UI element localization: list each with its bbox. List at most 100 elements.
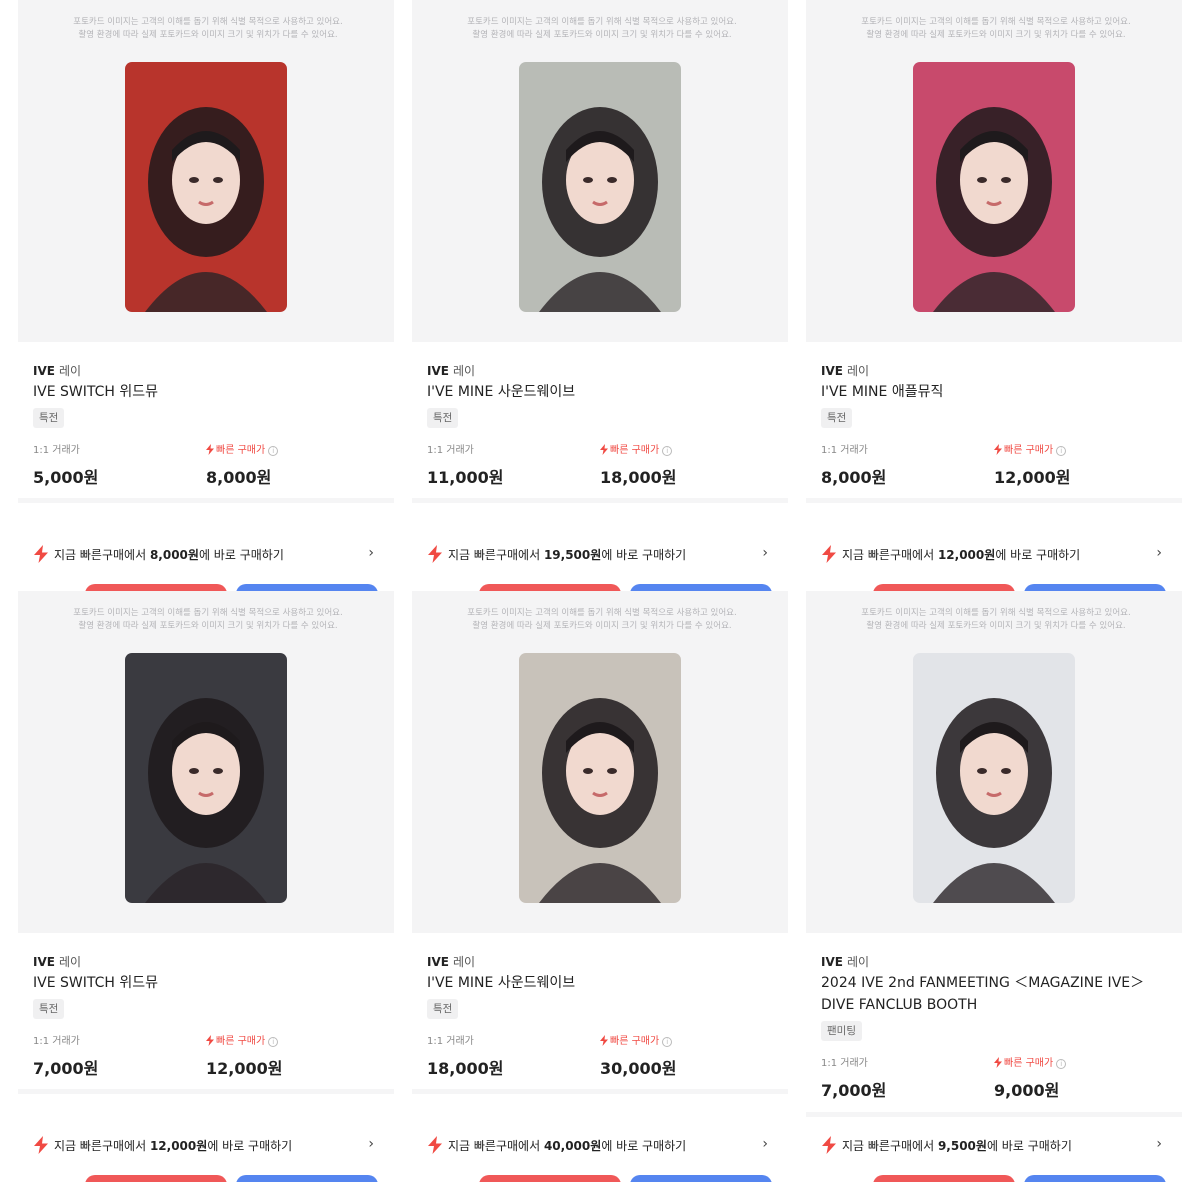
artist-line: IVE 레이 <box>821 953 869 970</box>
photocard-image-area[interactable]: 포토카드 이미지는 고객의 이해를 돕기 위해 식별 목적으로 사용하고 있어요… <box>806 591 1182 933</box>
trade-price: 5,000원 <box>33 468 99 487</box>
trade-price: 11,000원 <box>427 468 504 487</box>
blue-action-button[interactable] <box>1024 584 1166 591</box>
category-tag: 팬미팅 <box>821 1021 862 1041</box>
product-card[interactable]: 포토카드 이미지는 고객의 이해를 돕기 위해 식별 목적으로 사용하고 있어요… <box>0 0 394 591</box>
notice-line-2: 촬영 환경에 따라 실제 포토카드와 이미지 크기 및 위치가 다를 수 있어요… <box>472 30 732 40</box>
photocard-image[interactable] <box>519 62 681 312</box>
product-info[interactable]: IVE 레이 IVE SWITCH 위드뮤 특전 1:1 거래가 7,000원 빠… <box>18 938 394 1094</box>
product-card[interactable]: 포토카드 이미지는 고객의 이해를 돕기 위해 식별 목적으로 사용하고 있어요… <box>394 0 788 591</box>
photocard-image-area[interactable]: 포토카드 이미지는 고객의 이해를 돕기 위해 식별 목적으로 사용하고 있어요… <box>412 591 788 933</box>
cta-prefix: 지금 빠른구매에서 <box>842 1139 938 1153</box>
chevron-right-icon[interactable]: › <box>762 1136 768 1152</box>
photocard-image[interactable] <box>125 62 287 312</box>
category-tag: 특전 <box>33 408 65 428</box>
info-icon[interactable]: i <box>268 446 279 456</box>
notice-line-2: 촬영 환경에 따라 실제 포토카드와 이미지 크기 및 위치가 다를 수 있어요… <box>866 621 1126 631</box>
category-tag: 특전 <box>821 408 853 428</box>
chevron-right-icon[interactable]: › <box>1156 1136 1162 1152</box>
product-info[interactable]: IVE 레이 I'VE MINE 애플뮤직 특전 1:1 거래가 8,000원 빠… <box>806 347 1182 503</box>
member-name: 레이 <box>846 364 870 378</box>
quick-buy-banner[interactable]: 지금 빠른구매에서 12,000원에 바로 구매하기 › <box>18 1124 388 1168</box>
quick-price: 8,000원 <box>206 468 272 487</box>
red-action-button[interactable] <box>479 1175 621 1182</box>
artist-line: IVE 레이 <box>427 362 475 379</box>
blue-action-button[interactable] <box>236 1175 378 1182</box>
quick-buy-banner[interactable]: 지금 빠른구매에서 8,000원에 바로 구매하기 › <box>18 533 388 577</box>
product-info[interactable]: IVE 레이 2024 IVE 2nd FANMEETING ＜MAGAZINE … <box>806 938 1182 1117</box>
red-action-button[interactable] <box>479 584 621 591</box>
product-card[interactable]: 포토카드 이미지는 고객의 이해를 돕기 위해 식별 목적으로 사용하고 있어요… <box>0 591 394 1182</box>
photocard-image-area[interactable]: 포토카드 이미지는 고객의 이해를 돕기 위해 식별 목적으로 사용하고 있어요… <box>412 0 788 342</box>
product-info[interactable]: IVE 레이 IVE SWITCH 위드뮤 특전 1:1 거래가 5,000원 빠… <box>18 347 394 503</box>
cta-suffix: 에 바로 구매하기 <box>995 548 1081 562</box>
lightning-icon <box>34 545 48 563</box>
trade-price: 7,000원 <box>33 1059 99 1078</box>
cta-suffix: 에 바로 구매하기 <box>601 1139 687 1153</box>
artist-line: IVE 레이 <box>427 953 475 970</box>
product-info[interactable]: IVE 레이 I'VE MINE 사운드웨이브 특전 1:1 거래가 18,000… <box>412 938 788 1094</box>
lightning-icon <box>994 1057 1002 1068</box>
photocard-image-area[interactable]: 포토카드 이미지는 고객의 이해를 돕기 위해 식별 목적으로 사용하고 있어요… <box>18 591 394 933</box>
quick-buy-banner[interactable]: 지금 빠른구매에서 9,500원에 바로 구매하기 › <box>806 1124 1176 1168</box>
photocard-image-area[interactable]: 포토카드 이미지는 고객의 이해를 돕기 위해 식별 목적으로 사용하고 있어요… <box>18 0 394 342</box>
photocard-image[interactable] <box>125 653 287 903</box>
cta-price: 8,000원 <box>149 548 199 562</box>
notice-line-1: 포토카드 이미지는 고객의 이해를 돕기 위해 식별 목적으로 사용하고 있어요… <box>73 17 343 27</box>
blue-action-button[interactable] <box>630 584 772 591</box>
quick-price-label: 빠른 구매가 <box>1004 445 1054 456</box>
blue-action-button[interactable] <box>630 1175 772 1182</box>
album-title: IVE SWITCH 위드뮤 <box>33 975 158 991</box>
info-icon[interactable]: i <box>662 1037 673 1047</box>
info-icon[interactable]: i <box>662 446 673 456</box>
image-notice: 포토카드 이미지는 고객의 이해를 돕기 위해 식별 목적으로 사용하고 있어요… <box>18 16 394 42</box>
photocard-image[interactable] <box>913 653 1075 903</box>
red-action-button[interactable] <box>85 584 227 591</box>
lightning-icon <box>822 1136 836 1154</box>
notice-line-1: 포토카드 이미지는 고객의 이해를 돕기 위해 식별 목적으로 사용하고 있어요… <box>73 608 343 618</box>
product-card[interactable]: 포토카드 이미지는 고객의 이해를 돕기 위해 식별 목적으로 사용하고 있어요… <box>788 0 1182 591</box>
red-action-button[interactable] <box>873 1175 1015 1182</box>
product-card[interactable]: 포토카드 이미지는 고객의 이해를 돕기 위해 식별 목적으로 사용하고 있어요… <box>788 591 1182 1182</box>
category-tag: 특전 <box>427 999 459 1019</box>
group-name: IVE <box>33 955 55 969</box>
red-action-button[interactable] <box>85 1175 227 1182</box>
notice-line-2: 촬영 환경에 따라 실제 포토카드와 이미지 크기 및 위치가 다를 수 있어요… <box>78 621 338 631</box>
chevron-right-icon[interactable]: › <box>368 1136 374 1152</box>
quick-price: 12,000원 <box>994 468 1071 487</box>
blue-action-button[interactable] <box>236 584 378 591</box>
trade-price-label: 1:1 거래가 <box>427 445 474 456</box>
info-icon[interactable]: i <box>1056 446 1067 456</box>
group-name: IVE <box>427 364 449 378</box>
trade-price-label: 1:1 거래가 <box>821 445 868 456</box>
cta-price: 40,000원 <box>543 1139 602 1153</box>
blue-action-button[interactable] <box>1024 1175 1166 1182</box>
info-icon[interactable]: i <box>268 1037 279 1047</box>
photocard-image-area[interactable]: 포토카드 이미지는 고객의 이해를 돕기 위해 식별 목적으로 사용하고 있어요… <box>806 0 1182 342</box>
photocard-image[interactable] <box>913 62 1075 312</box>
trade-price-label: 1:1 거래가 <box>33 1036 80 1047</box>
cta-prefix: 지금 빠른구매에서 <box>54 1139 150 1153</box>
quick-buy-banner[interactable]: 지금 빠른구매에서 40,000원에 바로 구매하기 › <box>412 1124 782 1168</box>
photocard-image[interactable] <box>519 653 681 903</box>
cta-suffix: 에 바로 구매하기 <box>198 548 284 562</box>
chevron-right-icon[interactable]: › <box>1156 545 1162 561</box>
member-name: 레이 <box>58 364 82 378</box>
info-icon[interactable]: i <box>1056 1059 1067 1069</box>
chevron-right-icon[interactable]: › <box>368 545 374 561</box>
quick-buy-text: 지금 빠른구매에서 19,500원에 바로 구매하기 <box>448 546 686 563</box>
chevron-right-icon[interactable]: › <box>762 545 768 561</box>
quick-price-label-row: 빠른 구매가 i <box>600 444 676 458</box>
cta-prefix: 지금 빠른구매에서 <box>448 548 544 562</box>
quick-buy-banner[interactable]: 지금 빠른구매에서 12,000원에 바로 구매하기 › <box>806 533 1176 577</box>
quick-price-block: 빠른 구매가 i 18,000원 <box>600 444 676 488</box>
trade-price-block: 1:1 거래가 7,000원 <box>821 1057 886 1101</box>
product-card[interactable]: 포토카드 이미지는 고객의 이해를 돕기 위해 식별 목적으로 사용하고 있어요… <box>394 591 788 1182</box>
group-name: IVE <box>821 955 843 969</box>
category-tag: 특전 <box>33 999 65 1019</box>
quick-buy-text: 지금 빠른구매에서 8,000원에 바로 구매하기 <box>54 546 284 563</box>
quick-buy-banner[interactable]: 지금 빠른구매에서 19,500원에 바로 구매하기 › <box>412 533 782 577</box>
product-info[interactable]: IVE 레이 I'VE MINE 사운드웨이브 특전 1:1 거래가 11,000… <box>412 347 788 503</box>
trade-price-block: 1:1 거래가 5,000원 <box>33 444 98 488</box>
red-action-button[interactable] <box>873 584 1015 591</box>
